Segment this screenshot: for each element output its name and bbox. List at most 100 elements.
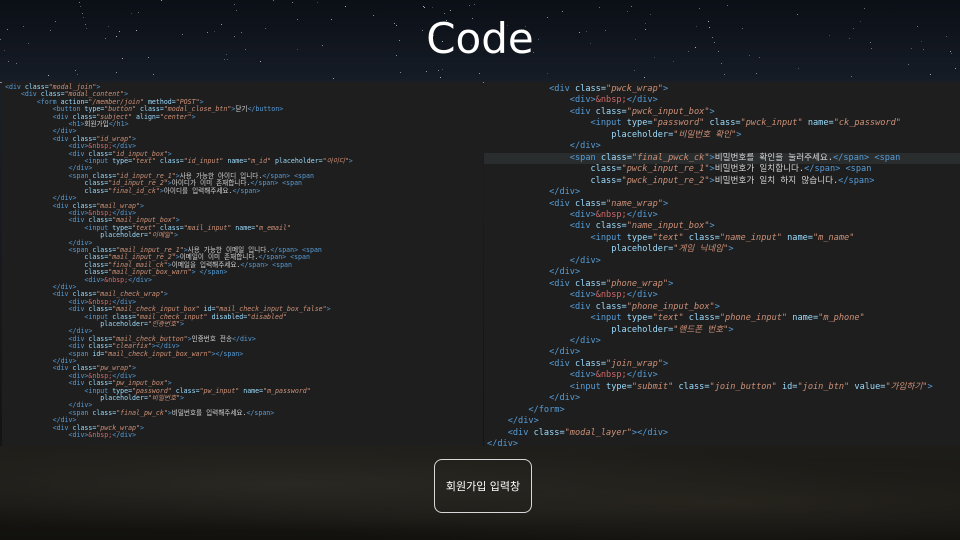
code-token: </div> — [569, 141, 601, 152]
code-line: <div>&nbsp;</div> — [487, 95, 960, 106]
code-token: "join_btn" — [797, 381, 850, 392]
code-token: </div> — [569, 255, 601, 266]
code-line: </div> — [487, 141, 960, 152]
code-line: <span class="final_pwck_ck">비밀번호를 확인을 눌러… — [484, 152, 960, 165]
code-line: </div> — [487, 416, 960, 427]
code-token: </span> — [838, 175, 875, 186]
code-token: name= — [787, 313, 819, 324]
code-token: </div> — [128, 275, 152, 284]
code-token: > — [662, 84, 669, 94]
code-token: id= — [776, 381, 798, 392]
code-token: > — [163, 290, 168, 299]
code-line: class="pwck_input_re_2">비밀번호가 일치 하지 않습니다… — [487, 176, 960, 187]
code-token: "name_wrap" — [606, 198, 663, 209]
code-token: </div> — [549, 187, 581, 198]
code-token: </div> — [507, 416, 539, 427]
code-token: "m_id" — [247, 157, 272, 166]
code-token: > — [927, 381, 933, 392]
signup-form-button[interactable]: 회원가입 입력창 — [434, 459, 532, 513]
code-token: "게임 닉네임" — [673, 244, 729, 255]
code-token: class= — [595, 301, 627, 312]
code-token: "join_button" — [709, 381, 777, 392]
code-token: <div — [549, 358, 575, 369]
code-token: <div — [569, 301, 596, 312]
code-token: > — [348, 157, 353, 166]
code-token: class= — [533, 427, 565, 438]
code-token: class= — [574, 358, 607, 369]
code-token: "m_password" — [263, 386, 311, 395]
code-token: 닫기 — [235, 105, 248, 114]
code-token: > — [180, 394, 185, 403]
code-token: class= — [574, 198, 607, 209]
code-token: name= — [239, 386, 264, 395]
code-token: name= — [781, 232, 813, 243]
code-token: </div> — [626, 95, 658, 106]
code-token: </span> <span — [833, 152, 901, 163]
code-token: id= — [92, 349, 105, 358]
code-token: placeholder= — [100, 231, 148, 240]
code-token: "password" — [652, 118, 705, 129]
code-token: "m_phone" — [818, 313, 865, 324]
code-token: > — [714, 301, 720, 312]
code-token: "text" — [132, 157, 156, 166]
code-token: </button> — [247, 105, 284, 114]
code-token: <div — [507, 427, 534, 438]
code-token: "ck_password" — [833, 118, 901, 129]
code-token: class= — [590, 164, 622, 175]
code-token: 인증번호 전송 — [191, 334, 233, 343]
code-token: &nbsp; — [595, 209, 627, 220]
code-token: "text" — [652, 232, 684, 243]
code-token: </div> — [549, 267, 581, 278]
code-token: 비밀번호가 일치합니다. — [714, 164, 805, 175]
code-token: "text" — [652, 313, 684, 324]
code-token: <div — [549, 84, 575, 94]
code-token: <div> — [569, 95, 596, 106]
code-token: 비밀번호를 확인을 눌러주세요. — [714, 152, 833, 163]
code-token: class= — [600, 152, 632, 163]
code-token: class= — [155, 157, 184, 166]
code-line: <div>&nbsp;</div> — [5, 275, 483, 284]
slide-title: Code — [426, 14, 534, 63]
code-token: 비밀번호를 입력해주세요. — [171, 408, 247, 417]
code-token: </div> — [112, 431, 137, 440]
code-token: "submit" — [631, 381, 674, 392]
code-line: class="final_id_ck">아이디를 입력해주세요.</span> — [5, 186, 483, 195]
code-line: <div class="pwck_wrap"> — [487, 84, 960, 95]
code-line: <input type="text" class="name_input" na… — [487, 233, 960, 244]
code-token: class= — [574, 84, 607, 94]
code-line: <input type="text" class="phone_input" n… — [487, 313, 960, 324]
code-token: > — [728, 244, 734, 255]
code-token: <input — [590, 313, 627, 324]
code-token: "m_name" — [812, 232, 855, 243]
code-token: <div> — [569, 209, 596, 220]
code-token: "phone_input_box" — [626, 301, 715, 312]
code-token: "pw_input" — [199, 386, 240, 395]
code-token: </div> — [549, 393, 581, 404]
code-token: "아이디" — [322, 157, 349, 166]
code-token: type= — [626, 232, 653, 243]
code-token: class= — [595, 221, 627, 232]
code-line: <div class="pwck_input_box"> — [487, 107, 960, 118]
code-token: 아이디를 입력해주세요. — [163, 186, 233, 195]
code-token: </div> — [626, 370, 658, 381]
code-token: > — [709, 106, 715, 117]
code-token: "name_input" — [719, 232, 782, 243]
code-token: <span — [569, 152, 601, 163]
code-token: type= — [606, 381, 632, 392]
code-line: <div class="phone_wrap"> — [487, 279, 960, 290]
code-token: <div> — [84, 275, 105, 284]
code-token: &nbsp; — [88, 431, 113, 440]
code-token: </span> — [232, 186, 261, 195]
